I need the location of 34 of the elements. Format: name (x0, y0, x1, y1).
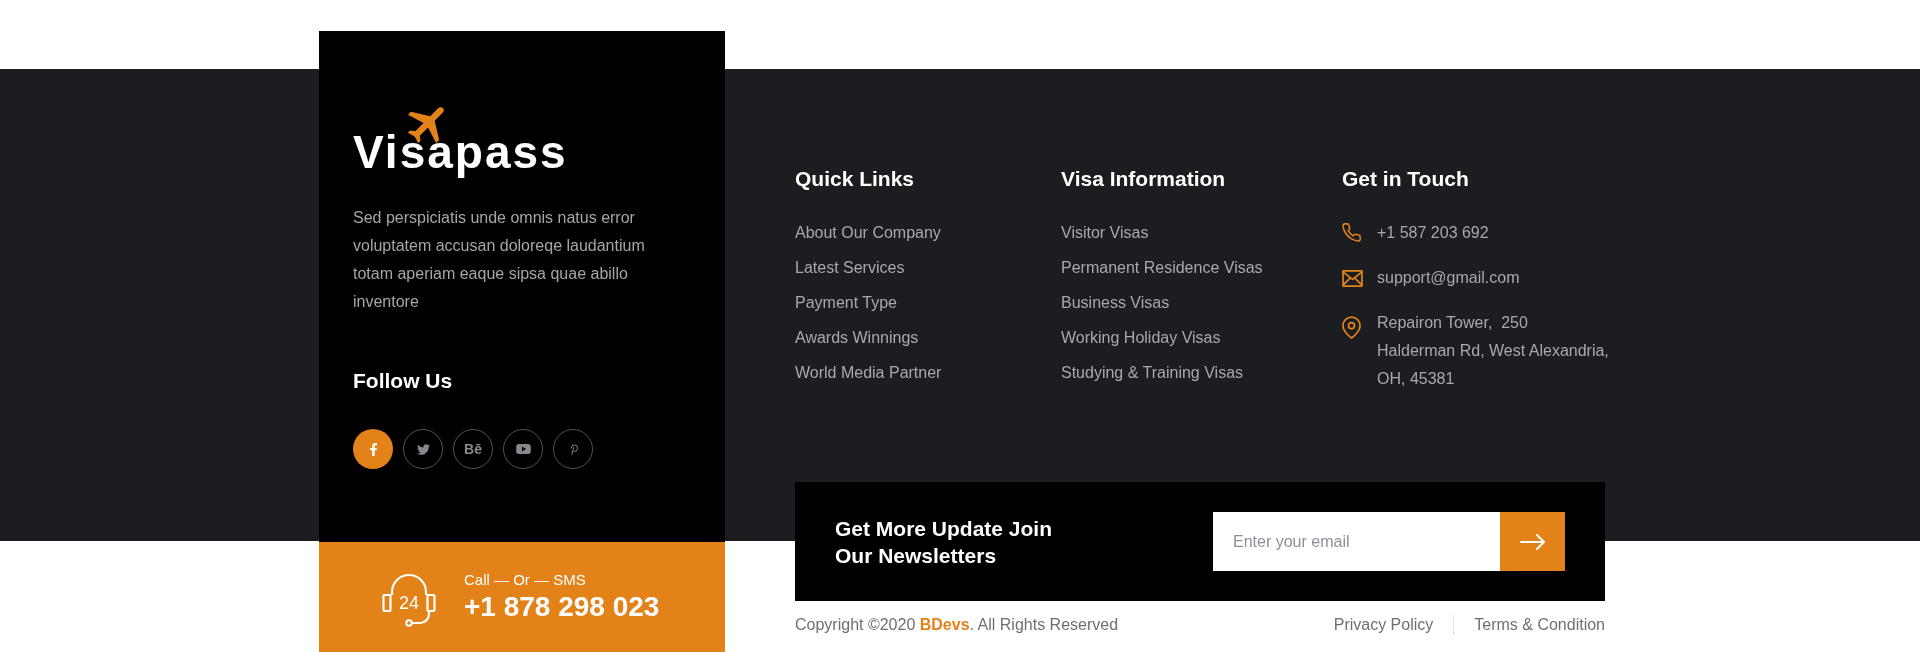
footer-link[interactable]: Awards Winnings (795, 320, 919, 355)
phone-icon (1342, 223, 1361, 242)
footer-link[interactable]: Studying & Training Visas (1061, 355, 1244, 390)
footer-link[interactable]: Permanent Residence Visas (1061, 250, 1263, 285)
footer-link[interactable]: Working Holiday Visas (1061, 320, 1221, 355)
facebook-icon (369, 442, 377, 456)
footer-link[interactable]: Payment Type (795, 285, 897, 320)
twitter-icon (416, 443, 430, 455)
about-text: Sed perspiciatis unde omnis natus error voluptatem accusan doloreqe laudantium totam aperiam eaque sipsa quae abillo inventore (353, 208, 646, 312)
footer-link[interactable]: About Our Company (795, 215, 941, 250)
facebook-button[interactable] (353, 429, 393, 469)
column-heading: Quick Links (795, 166, 916, 192)
pinterest-icon (568, 443, 578, 455)
street-address: Repairon Tower, 250 Halderman Rd, West Alexandria, OH, 45381 (1377, 313, 1609, 389)
youtube-icon (515, 444, 531, 454)
email-field[interactable]: Enter your email (1213, 512, 1500, 571)
call-caption: Call — Or — SMS (464, 570, 586, 590)
newsletter-title: Get More Update Join Our Newsletters (835, 515, 1054, 569)
footer-link[interactable]: Visitor Visas (1061, 215, 1149, 250)
arrow-right-icon (1519, 533, 1546, 550)
phone-number[interactable]: +1 587 203 692 (1377, 219, 1489, 247)
copyright-text: Copyright ©2020 BDevs. All Rights Reserved (795, 616, 1119, 634)
brand-logo-text[interactable]: Visapass (353, 126, 568, 178)
legal-link[interactable]: Privacy Policy (1333, 616, 1434, 634)
location-pin-icon (1342, 316, 1361, 339)
footer-link[interactable]: World Media Partner (795, 355, 942, 390)
footer-link[interactable]: Business Visas (1061, 285, 1170, 320)
column-heading: Visa Information (1061, 166, 1227, 192)
column-heading: Get in Touch (1342, 166, 1470, 192)
follow-heading: Follow Us (353, 368, 454, 394)
envelope-icon (1342, 270, 1363, 287)
legal-link[interactable]: Terms & Condition (1474, 616, 1605, 634)
email-address[interactable]: support@gmail.com (1377, 264, 1520, 292)
footer-link[interactable]: Latest Services (795, 250, 905, 285)
